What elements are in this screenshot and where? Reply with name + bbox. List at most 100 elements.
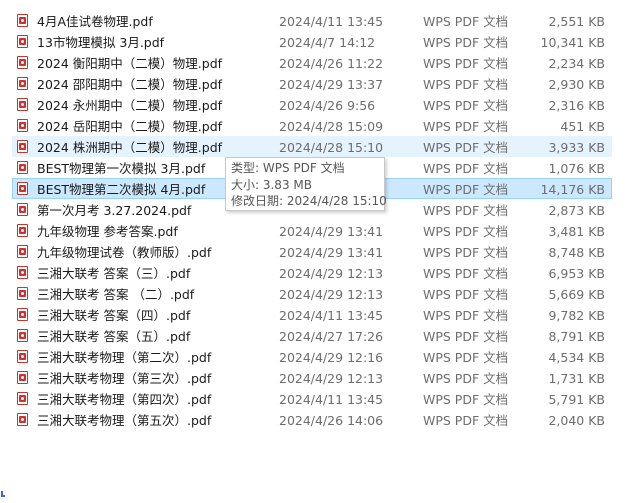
file-date-modified: 2024/4/26 9:56: [279, 98, 376, 113]
file-size: 3,933 KB: [548, 140, 605, 155]
pdf-file-icon: [17, 119, 28, 132]
file-name: 三湘大联考物理（第四次）.pdf: [37, 392, 212, 407]
file-name: 九年级物理 参考答案.pdf: [37, 224, 178, 239]
file-row[interactable]: 2024 株洲期中（二模）物理.pdf 2024/4/28 15:10 WPS PD…: [12, 136, 612, 157]
file-date-modified: 2024/4/26 14:06: [279, 413, 384, 428]
file-date-modified: 2024/4/11 13:45: [279, 392, 384, 407]
file-name: BEST物理第二次模拟 4月.pdf: [37, 182, 206, 197]
pdf-file-icon: [17, 392, 28, 405]
pdf-file-icon: [17, 35, 28, 48]
file-name: 4月A佳试卷物理.pdf: [37, 14, 153, 29]
file-row[interactable]: 三湘大联考 答案（三）.pdf 2024/4/29 12:13 WPS PDF 文档…: [12, 262, 612, 283]
file-date-modified: 2024/4/7 14:12: [279, 35, 376, 50]
file-row[interactable]: 4月A佳试卷物理.pdf 2024/4/11 13:45 WPS PDF 文档 2,5…: [12, 10, 612, 31]
file-date-modified: 2024/4/29 13:41: [279, 245, 384, 260]
file-size: 8,748 KB: [548, 245, 605, 260]
file-name: 2024 永州期中（二模）物理.pdf: [37, 98, 223, 113]
file-name: 三湘大联考物理（第二次）.pdf: [37, 350, 212, 365]
pdf-file-icon: [17, 203, 28, 216]
file-row[interactable]: 九年级物理 参考答案.pdf 2024/4/29 13:41 WPS PDF 文档 3…: [12, 220, 612, 241]
pdf-file-icon: [17, 182, 28, 195]
file-size: 4,534 KB: [548, 350, 605, 365]
file-row[interactable]: 2024 岳阳期中（二模）物理.pdf 2024/4/28 15:09 WPS PD…: [12, 115, 612, 136]
file-size: 9,782 KB: [548, 308, 605, 323]
file-size: 1,076 KB: [548, 161, 605, 176]
pdf-file-icon: [17, 140, 28, 153]
file-name: 三湘大联考物理（第三次）.pdf: [37, 371, 212, 386]
file-name: 三湘大联考物理（第五次）.pdf: [37, 413, 212, 428]
pdf-file-icon: [17, 287, 28, 300]
file-name: 2024 岳阳期中（二模）物理.pdf: [37, 119, 223, 134]
pdf-file-icon: [17, 350, 28, 363]
file-date-modified: 2024/4/28 15:10: [279, 140, 384, 155]
file-date-modified: 2024/4/26 11:22: [279, 56, 384, 71]
file-date-modified: 2024/4/11 13:45: [279, 308, 384, 323]
file-row[interactable]: 2024 永州期中（二模）物理.pdf 2024/4/26 9:56 WPS PDF…: [12, 94, 612, 115]
file-date-modified: 2024/4/29 12:13: [279, 287, 384, 302]
file-name: 2024 株洲期中（二模）物理.pdf: [37, 140, 223, 155]
file-row[interactable]: 三湘大联考 答案（五）.pdf 2024/4/27 17:26 WPS PDF 文档…: [12, 325, 612, 346]
corner-cursor-icon: [1, 491, 5, 497]
pdf-file-icon: [17, 14, 28, 27]
pdf-file-icon: [17, 161, 28, 174]
pdf-file-icon: [17, 98, 28, 111]
file-name: 三湘大联考 答案（五）.pdf: [37, 329, 191, 344]
pdf-file-icon: [17, 266, 28, 279]
file-date-modified: 2024/4/29 13:41: [279, 224, 384, 239]
file-date-modified: 2024/4/29 12:13: [279, 371, 384, 386]
tooltip-type: 类型: WPS PDF 文档: [231, 161, 345, 175]
file-size: 1,731 KB: [548, 371, 605, 386]
file-row[interactable]: 三湘大联考 答案 （二）.pdf 2024/4/29 12:13 WPS PDF 文…: [12, 283, 612, 304]
file-size: 2,040 KB: [548, 413, 605, 428]
file-row[interactable]: 三湘大联考 答案（四）.pdf 2024/4/11 13:45 WPS PDF 文档…: [12, 304, 612, 325]
file-name: BEST物理第一次模拟 3月.pdf: [37, 161, 206, 176]
file-size: 6,953 KB: [548, 266, 605, 281]
pdf-file-icon: [17, 308, 28, 321]
file-date-modified: 2024/4/29 12:13: [279, 266, 384, 281]
file-row[interactable]: 2024 邵阳期中（二模）物理.pdf 2024/4/29 13:37 WPS PD…: [12, 73, 612, 94]
tooltip-modified: 修改日期: 2024/4/28 15:10: [231, 194, 387, 208]
tooltip-size: 大小: 3.83 MB: [231, 177, 312, 192]
file-size: 10,341 KB: [540, 35, 605, 50]
file-size: 8,791 KB: [548, 329, 605, 344]
file-size: 2,234 KB: [548, 56, 605, 71]
file-size: 2,873 KB: [548, 203, 605, 218]
file-name: 三湘大联考 答案 （二）.pdf: [37, 287, 195, 302]
pdf-file-icon: [17, 77, 28, 90]
file-size: 2,551 KB: [548, 14, 605, 29]
pdf-file-icon: [17, 329, 28, 342]
pdf-file-icon: [17, 245, 28, 258]
file-row[interactable]: 三湘大联考物理（第三次）.pdf 2024/4/29 12:13 WPS PDF 文…: [12, 367, 612, 388]
file-name: 三湘大联考 答案（四）.pdf: [37, 308, 191, 323]
file-row[interactable]: 九年级物理试卷（教师版）.pdf 2024/4/29 13:41 WPS PDF 文…: [12, 241, 612, 262]
pdf-file-icon: [17, 413, 28, 426]
file-name: 2024 邵阳期中（二模）物理.pdf: [37, 77, 223, 92]
file-date-modified: 2024/4/29 12:16: [279, 350, 384, 365]
file-row[interactable]: 2024 衡阳期中（二模）物理.pdf 2024/4/26 11:22 WPS PD…: [12, 52, 612, 73]
file-name: 三湘大联考 答案（三）.pdf: [37, 266, 191, 281]
file-date-modified: 2024/4/28 15:09: [279, 119, 384, 134]
file-date-modified: 2024/4/27 17:26: [279, 329, 384, 344]
file-size: 3,481 KB: [548, 224, 605, 239]
file-row[interactable]: 三湘大联考物理（第二次）.pdf 2024/4/29 12:16 WPS PDF 文…: [12, 346, 612, 367]
file-size: 451 KB: [560, 119, 605, 134]
file-row[interactable]: 13市物理模拟 3月.pdf 2024/4/7 14:12 WPS PDF 文档 10…: [12, 31, 612, 52]
file-size: 14,176 KB: [540, 182, 605, 197]
file-row[interactable]: 三湘大联考物理（第四次）.pdf 2024/4/11 13:45 WPS PDF 文…: [12, 388, 612, 409]
pdf-file-icon: [17, 371, 28, 384]
file-date-modified: 2024/4/29 13:37: [279, 77, 384, 92]
file-name: 九年级物理试卷（教师版）.pdf: [37, 245, 212, 260]
file-name: 2024 衡阳期中（二模）物理.pdf: [37, 56, 223, 71]
pdf-file-icon: [17, 56, 28, 69]
file-name: 第一次月考 3.27.2024.pdf: [37, 203, 192, 218]
file-size: 5,669 KB: [548, 287, 605, 302]
file-size: 5,791 KB: [548, 392, 605, 407]
file-date-modified: 2024/4/11 13:45: [279, 14, 384, 29]
file-name: 13市物理模拟 3月.pdf: [37, 35, 165, 50]
file-info-tooltip: 类型: WPS PDF 文档 大小: 3.83 MB 修改日期: 2024/4/…: [225, 157, 387, 211]
pdf-file-icon: [17, 224, 28, 237]
file-row[interactable]: 三湘大联考物理（第五次）.pdf 2024/4/26 14:06 WPS PDF 文…: [12, 409, 612, 430]
file-size: 2,930 KB: [548, 77, 605, 92]
file-size: 2,316 KB: [548, 98, 605, 113]
file-list: 4月A佳试卷物理.pdf 2024/4/11 13:45 WPS PDF 文档 2,5…: [12, 10, 612, 430]
